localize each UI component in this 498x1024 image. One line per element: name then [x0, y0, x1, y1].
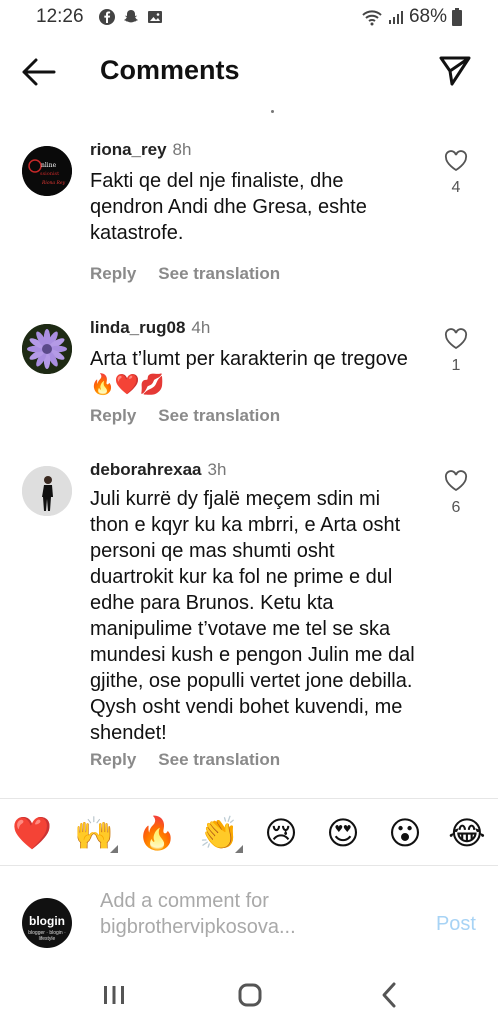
status-bar: 12:26 68%	[0, 0, 498, 34]
heart-eyes-emoji[interactable]: 😍	[323, 813, 363, 853]
avatar-subtext: blogger · blogin · lifestyle	[28, 930, 66, 942]
skin-tone-indicator	[110, 845, 118, 853]
heart-icon[interactable]	[444, 470, 468, 492]
system-nav-bar	[0, 968, 498, 1024]
comment-time: 3h	[207, 460, 227, 479]
comment-text: Juli kurrë dy fjalë meçem sdin mi thon e…	[90, 488, 415, 744]
like-count: 4	[451, 179, 461, 196]
facebook-icon	[99, 9, 115, 25]
comments-header: Comments	[0, 48, 498, 98]
see-translation-button[interactable]: See translation	[158, 406, 280, 425]
like-control: 6	[443, 470, 469, 517]
signal-icon	[388, 11, 403, 24]
heart-icon[interactable]	[444, 150, 468, 172]
comment-time: 8h	[172, 140, 192, 159]
skin-tone-indicator	[235, 845, 243, 853]
comment-username[interactable]: deborahrexaa	[90, 460, 202, 479]
comment-item: deborahrexaa 3h Juli kurrë dy fjalë meçem…	[0, 458, 498, 778]
raising-hands-emoji[interactable]: 🙌	[74, 813, 118, 853]
surprised-face-emoji[interactable]: 😮	[385, 813, 425, 853]
avatar-logo: nline ssionist Riona Rey	[22, 146, 72, 196]
clapping-hands-glyph: 👏	[199, 815, 239, 851]
like-control: 1	[443, 328, 469, 375]
battery-percent: 68%	[408, 6, 447, 27]
comment-item: nline ssionist Riona Rey riona_rey 8h Fak…	[0, 138, 498, 288]
wifi-icon	[362, 10, 382, 26]
flower-avatar-image	[22, 324, 72, 374]
avatar-brand: blogin	[29, 914, 65, 928]
page-title: Comments	[100, 55, 240, 85]
comment-header: riona_rey 8h	[90, 140, 191, 160]
comment-item: linda_rug08 4h Arta t’lumt per karakterin…	[0, 316, 498, 434]
user-avatar[interactable]: blogin blogger · blogin · lifestyle	[22, 898, 72, 948]
battery-icon	[452, 8, 462, 26]
back-icon[interactable]	[372, 978, 408, 1012]
reply-button[interactable]: Reply	[90, 406, 136, 425]
comment-text: Arta t’lumt per karakterin qe tregove 🔥❤…	[90, 348, 408, 396]
recent-apps-icon[interactable]	[96, 978, 132, 1012]
comment-username[interactable]: linda_rug08	[90, 318, 185, 337]
comment-time: 4h	[191, 318, 211, 337]
avatar[interactable]: nline ssionist Riona Rey	[22, 146, 72, 196]
arrow-left-icon[interactable]	[20, 56, 56, 88]
avatar[interactable]	[22, 466, 72, 516]
red-heart-emoji[interactable]: ❤️	[12, 813, 52, 853]
like-count: 6	[451, 499, 461, 516]
notification-icons	[98, 8, 164, 26]
crying-face-emoji[interactable]: 😢	[261, 813, 301, 853]
comment-header: deborahrexaa 3h	[90, 460, 226, 480]
clapping-hands-emoji[interactable]: 👏	[199, 813, 243, 853]
avatar-text-2: ssionist	[40, 171, 59, 177]
like-control: 4	[443, 150, 469, 197]
status-time: 12:26	[36, 6, 84, 27]
heart-icon[interactable]	[444, 328, 468, 350]
avatar-text-1: nline	[41, 162, 57, 169]
paper-plane-icon[interactable]	[438, 54, 472, 88]
comment-actions: Reply See translation	[90, 406, 280, 426]
comment-actions: Reply See translation	[90, 264, 280, 284]
emoji-reaction-bar: ❤️ 🙌 🔥 👏 😢 😍 😮 😂	[0, 798, 498, 866]
comment-username[interactable]: riona_rey	[90, 140, 167, 159]
avatar[interactable]	[22, 324, 72, 374]
see-translation-button[interactable]: See translation	[158, 750, 280, 769]
raising-hands-glyph: 🙌	[74, 815, 114, 851]
gallery-icon	[148, 11, 162, 23]
see-translation-button[interactable]: See translation	[158, 264, 280, 283]
home-icon[interactable]	[232, 978, 268, 1012]
reply-button[interactable]: Reply	[90, 264, 136, 283]
laughing-tears-emoji[interactable]: 😂	[447, 813, 487, 853]
reply-button[interactable]: Reply	[90, 750, 136, 769]
scroll-indicator	[271, 110, 274, 113]
comment-text: Fakti qe del nje finaliste, dhe qendron …	[90, 170, 367, 244]
like-count: 1	[451, 357, 461, 374]
snapchat-icon	[124, 10, 138, 23]
avatar-text-3: Riona Rey	[41, 180, 66, 186]
status-right: 68%	[361, 6, 462, 28]
post-button[interactable]: Post	[436, 913, 476, 936]
comment-actions: Reply See translation	[90, 750, 280, 770]
comment-header: linda_rug08 4h	[90, 318, 210, 338]
comment-input[interactable]: Add a comment for bigbrothervipkosova...	[100, 888, 400, 940]
comment-composer: blogin blogger · blogin · lifestyle Add …	[0, 866, 498, 966]
person-avatar-image	[22, 466, 72, 516]
fire-emoji[interactable]: 🔥	[137, 813, 177, 853]
